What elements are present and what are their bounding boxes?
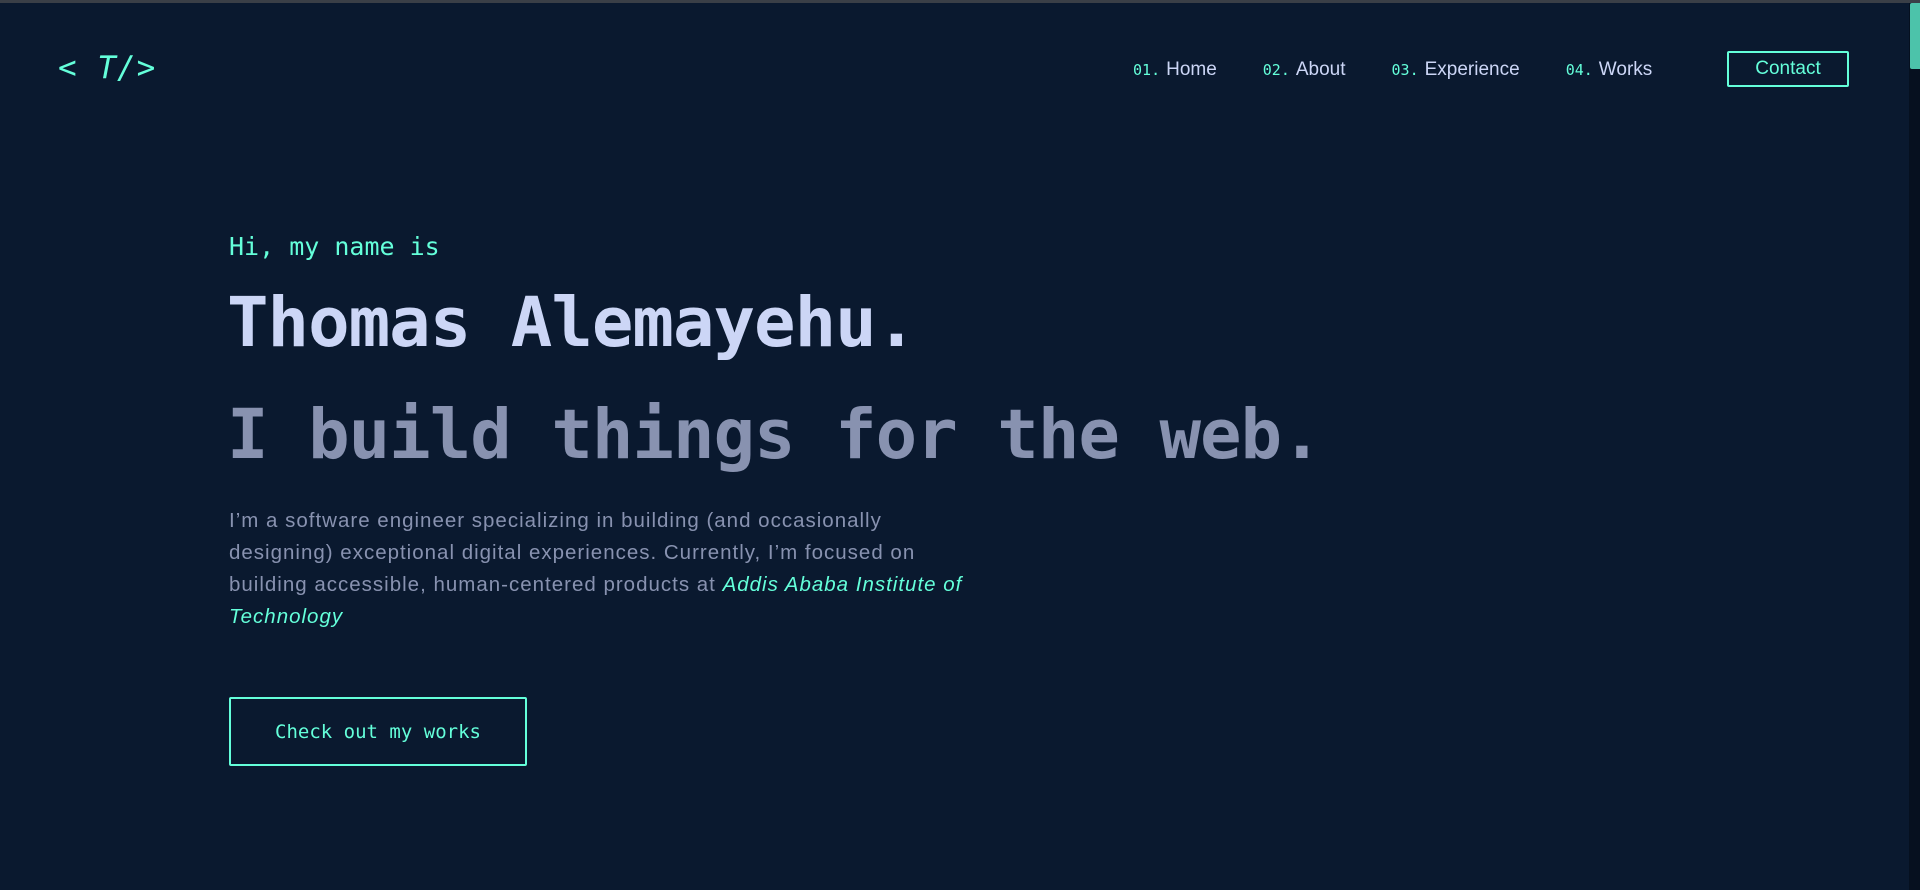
- check-out-works-button[interactable]: Check out my works: [229, 697, 527, 766]
- nav-item-number: 01: [1133, 61, 1152, 79]
- nav-item-dot: .: [1409, 61, 1419, 79]
- nav-item-about[interactable]: 02. About: [1263, 59, 1346, 81]
- nav-item-label: Home: [1166, 59, 1217, 80]
- nav-item-label: Experience: [1424, 59, 1520, 80]
- nav-item-number: 03: [1391, 61, 1410, 79]
- contact-button[interactable]: Contact: [1727, 51, 1849, 87]
- main-nav: 01. Home 02. About 03. Experience 04. Wo…: [1133, 52, 1698, 88]
- nav-item-label: About: [1295, 59, 1346, 80]
- nav-item-dot: .: [1583, 61, 1593, 79]
- hero-name: Thomas Alemayehu.: [227, 283, 917, 363]
- nav-item-home[interactable]: 01. Home: [1133, 59, 1217, 81]
- hero-greeting: Hi, my name is: [229, 232, 440, 261]
- site-logo[interactable]: < T/>: [58, 50, 156, 86]
- scrollbar-track[interactable]: [1909, 3, 1920, 890]
- nav-item-label: Works: [1598, 59, 1653, 80]
- hero-tagline: I build things for the web.: [227, 395, 1323, 475]
- nav-item-dot: .: [1280, 61, 1290, 79]
- nav-item-number: 02: [1262, 61, 1281, 79]
- nav-item-experience[interactable]: 03. Experience: [1392, 59, 1520, 81]
- hero-bio: I’m a software engineer specializing in …: [229, 505, 979, 633]
- scrollbar-thumb[interactable]: [1910, 3, 1920, 69]
- nav-item-number: 04: [1565, 61, 1584, 79]
- nav-item-works[interactable]: 04. Works: [1566, 59, 1653, 81]
- nav-item-dot: .: [1151, 61, 1161, 79]
